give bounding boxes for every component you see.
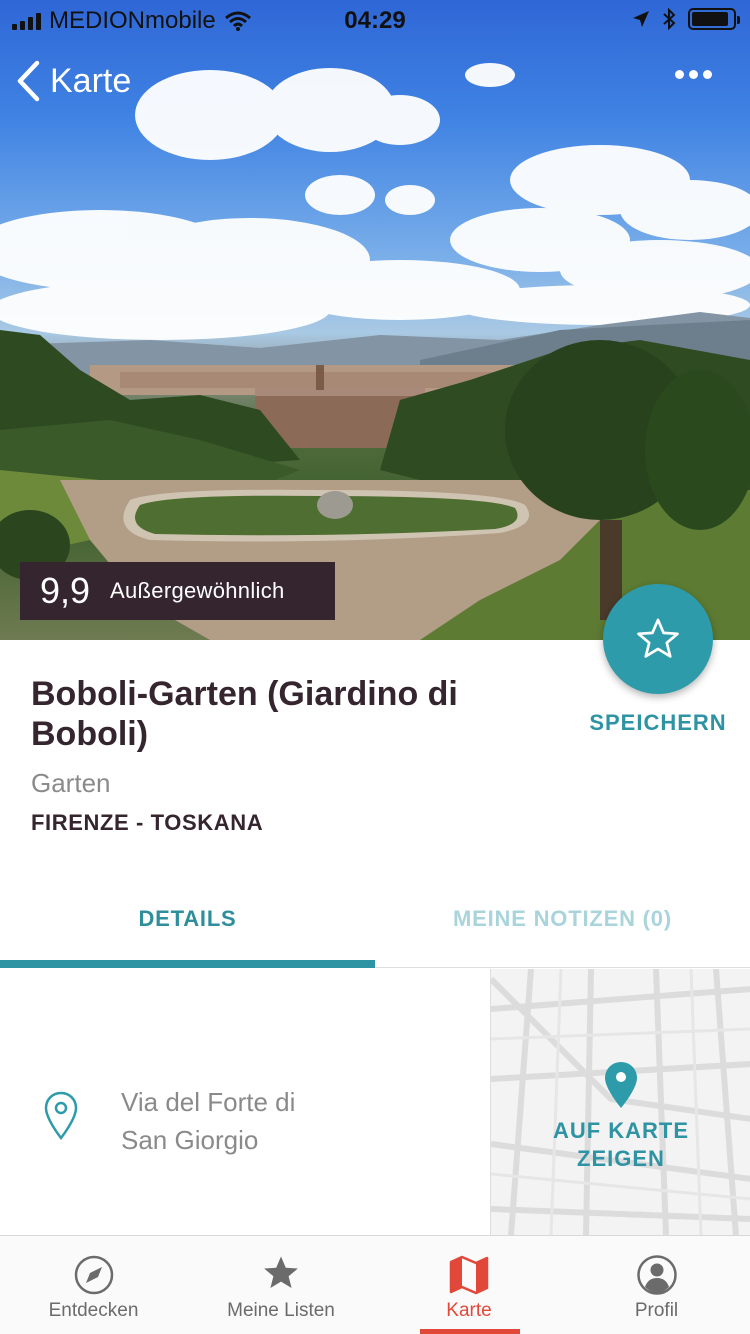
- place-title: Boboli-Garten (Giardino di Boboli): [31, 675, 458, 753]
- star-icon: [264, 1256, 298, 1289]
- map-pin-icon: [605, 1062, 637, 1108]
- nav-item-discover[interactable]: Entdecken: [0, 1236, 187, 1334]
- nav-label-discover: Entdecken: [48, 1300, 139, 1321]
- rating-score: 9,9: [40, 570, 91, 611]
- chevron-left-icon: [17, 60, 40, 102]
- show-on-map-button[interactable]: AUF KARTE ZEIGEN: [490, 969, 750, 1235]
- tab-details[interactable]: DETAILS: [0, 880, 375, 968]
- nav-label-map: Karte: [446, 1300, 492, 1321]
- nav-item-my-lists[interactable]: Meine Listen: [187, 1236, 375, 1334]
- compass-icon: [74, 1255, 113, 1295]
- nav-label-profile: Profil: [634, 1300, 679, 1321]
- save-label[interactable]: SPEICHERN: [560, 710, 750, 736]
- star-outline-icon: [637, 618, 679, 658]
- place-location: FIRENZE - TOSKANA: [31, 810, 264, 835]
- place-category: Garten: [31, 768, 111, 798]
- show-on-map-line1: AUF KARTE: [552, 1118, 690, 1143]
- tab-bar: DETAILS MEINE NOTIZEN (0): [0, 880, 750, 968]
- status-bar: MEDIONmobile 04:29: [0, 0, 750, 40]
- back-label: Karte: [50, 61, 132, 100]
- tab-my-notes[interactable]: MEINE NOTIZEN (0): [375, 880, 750, 968]
- bottom-navigation: Entdecken Meine Listen Karte Profil: [0, 1235, 750, 1334]
- profile-icon: [636, 1255, 677, 1295]
- nav-item-profile[interactable]: Profil: [563, 1236, 750, 1334]
- back-button[interactable]: Karte: [16, 60, 131, 102]
- location-pin-icon: [44, 1091, 78, 1141]
- nav-item-map[interactable]: Karte: [375, 1236, 563, 1334]
- battery-icon: [688, 8, 740, 30]
- save-button[interactable]: [603, 584, 713, 694]
- more-dots-icon: [675, 70, 684, 79]
- hero-image: MEDIONmobile 04:29 Karte 9,9 Außergewöhn…: [0, 0, 750, 640]
- address-section: Via del Forte di San Giorgio: [0, 969, 490, 1235]
- address-text: Via del Forte di San Giorgio: [121, 1083, 295, 1159]
- bluetooth-icon: [663, 8, 676, 30]
- more-options-button[interactable]: [675, 70, 712, 79]
- location-arrow-icon: [633, 11, 649, 27]
- nav-label-my-lists: Meine Listen: [227, 1300, 335, 1321]
- address-line1: Via del Forte di: [121, 1087, 296, 1117]
- rating-badge: 9,9 Außergewöhnlich: [20, 562, 335, 620]
- show-on-map-label: AUF KARTE ZEIGEN: [491, 1117, 750, 1173]
- address-line2: San Giorgio: [121, 1125, 259, 1155]
- rating-label: Außergewöhnlich: [110, 578, 285, 603]
- show-on-map-line2: ZEIGEN: [577, 1146, 665, 1171]
- map-icon: [449, 1255, 489, 1295]
